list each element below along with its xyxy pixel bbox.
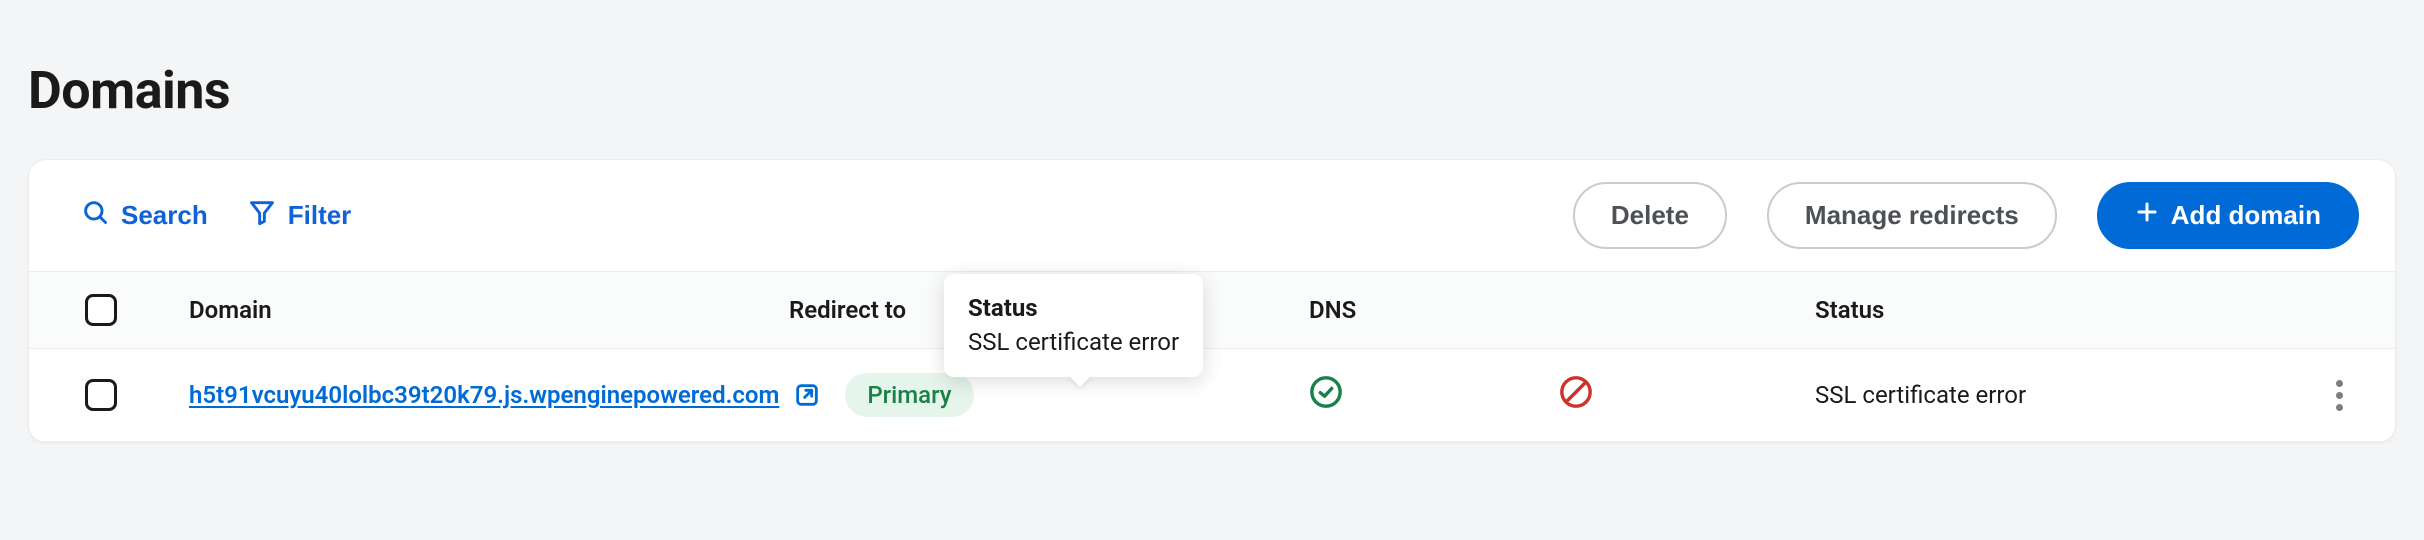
- col-status: Status: [1815, 296, 2295, 324]
- table-header-row: Domain Redirect to DNS Status: [29, 272, 2395, 349]
- search-label: Search: [121, 200, 208, 231]
- col-dns: DNS: [1309, 296, 1559, 324]
- tooltip-title: Status: [968, 292, 1179, 326]
- check-circle-icon: [1309, 375, 1343, 416]
- search-icon: [81, 198, 109, 233]
- primary-badge: Primary: [845, 373, 973, 417]
- status-text: SSL certificate error: [1815, 381, 2295, 409]
- page-title: Domains: [28, 0, 2396, 159]
- row-actions-menu[interactable]: [2319, 375, 2359, 415]
- manage-redirects-label: Manage redirects: [1805, 200, 2019, 231]
- dns-status-cell: [1309, 375, 1559, 416]
- filter-button[interactable]: Filter: [248, 198, 352, 233]
- filter-icon: [248, 198, 276, 233]
- status-tooltip: Status SSL certificate error: [944, 274, 1203, 377]
- add-domain-button[interactable]: Add domain: [2097, 182, 2359, 249]
- domain-cell: h5t91vcuyu40lolbc39t20k79.js.wpenginepow…: [189, 373, 1309, 417]
- delete-label: Delete: [1611, 200, 1689, 231]
- select-all-checkbox[interactable]: [85, 294, 117, 326]
- tooltip-body: SSL certificate error: [968, 328, 1179, 356]
- domain-link[interactable]: h5t91vcuyu40lolbc39t20k79.js.wpenginepow…: [189, 381, 779, 409]
- error-circle-icon: [1559, 375, 1593, 416]
- plus-icon: [2135, 200, 2159, 231]
- row-checkbox[interactable]: [85, 379, 117, 411]
- external-link-icon[interactable]: [793, 381, 821, 409]
- add-domain-label: Add domain: [2171, 200, 2321, 231]
- col-domain: Domain: [189, 296, 789, 324]
- manage-redirects-button[interactable]: Manage redirects: [1767, 182, 2057, 249]
- ssl-status-cell: [1559, 375, 1815, 416]
- filter-label: Filter: [288, 200, 352, 231]
- search-button[interactable]: Search: [81, 198, 208, 233]
- toolbar: Search Filter Delete Manage redirects Ad…: [29, 160, 2395, 272]
- delete-button[interactable]: Delete: [1573, 182, 1727, 249]
- domains-card: Search Filter Delete Manage redirects Ad…: [28, 159, 2396, 443]
- table-row: h5t91vcuyu40lolbc39t20k79.js.wpenginepow…: [29, 349, 2395, 442]
